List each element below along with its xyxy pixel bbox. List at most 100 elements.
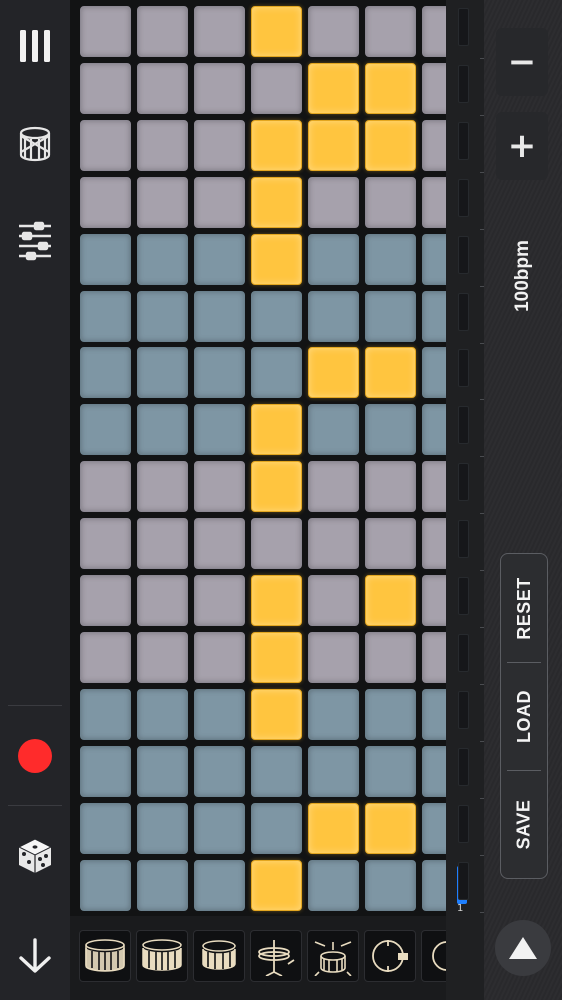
step-pad-r10-c4[interactable] [251,518,302,570]
step-pad-r13-c5[interactable] [308,688,359,740]
instrument-timpani[interactable] [364,930,416,982]
step-pad-r15-c2[interactable] [137,802,188,854]
step-pad-r8-c1[interactable] [80,404,131,456]
step-pad-r15-c1[interactable] [80,802,131,854]
step-pad-r4-c2[interactable] [137,176,188,228]
step-pad-r3-c3[interactable] [194,119,245,171]
step-pad-r5-c3[interactable] [194,233,245,285]
step-pad-r6-c4[interactable] [251,290,302,342]
step-pad-r15-c4[interactable] [251,802,302,854]
step-pad-r15-c7[interactable] [422,802,446,854]
step-pad-r13-c1[interactable] [80,688,131,740]
step-pad-r1-c4[interactable] [251,6,302,57]
instrument-drum-kit[interactable] [307,930,359,982]
step-pad-r9-c7[interactable] [422,461,446,513]
step-pad-r7-c6[interactable] [365,347,416,399]
step-pad-r9-c3[interactable] [194,461,245,513]
step-pad-r9-c6[interactable] [365,461,416,513]
step-pad-r7-c7[interactable] [422,347,446,399]
step-pad-r14-c1[interactable] [80,745,131,797]
step-pad-r4-c5[interactable] [308,176,359,228]
step-pad-r11-c5[interactable] [308,575,359,626]
step-pad-r3-c7[interactable] [422,119,446,171]
load-button[interactable]: LOAD [501,662,547,770]
step-pad-r15-c3[interactable] [194,802,245,854]
instrument-bass-drum-2[interactable] [136,930,188,982]
tempo-increase-button[interactable]: + [496,112,548,180]
step-pad-r7-c2[interactable] [137,347,188,399]
step-pad-r10-c7[interactable] [422,518,446,570]
step-pad-r7-c3[interactable] [194,347,245,399]
step-pad-r7-c1[interactable] [80,347,131,399]
step-pad-r3-c4[interactable] [251,119,302,171]
step-pad-r14-c3[interactable] [194,745,245,797]
step-pad-r9-c5[interactable] [308,461,359,513]
step-pad-r4-c1[interactable] [80,176,131,228]
play-button[interactable] [495,920,551,976]
step-pad-r4-c6[interactable] [365,176,416,228]
step-pad-r2-c2[interactable] [137,62,188,114]
step-pad-r2-c1[interactable] [80,62,131,114]
save-button[interactable]: SAVE [501,770,547,878]
tempo-decrease-button[interactable]: − [496,28,548,96]
step-pad-r16-c7[interactable] [422,859,446,911]
step-pad-r8-c2[interactable] [137,404,188,456]
step-pad-r13-c4[interactable] [251,688,302,740]
step-pad-r11-c2[interactable] [137,575,188,626]
step-pad-r4-c7[interactable] [422,176,446,228]
step-pad-r2-c5[interactable] [308,62,359,114]
step-pad-r3-c6[interactable] [365,119,416,171]
step-pad-r16-c6[interactable] [365,859,416,911]
step-pad-r12-c1[interactable] [80,631,131,683]
record-button[interactable] [0,730,70,782]
step-pad-r13-c6[interactable] [365,688,416,740]
step-pad-r5-c5[interactable] [308,233,359,285]
step-pad-r13-c3[interactable] [194,688,245,740]
step-pad-r9-c1[interactable] [80,461,131,513]
menu-button[interactable] [0,20,70,72]
step-pad-r11-c3[interactable] [194,575,245,626]
step-pad-r8-c4[interactable] [251,404,302,456]
step-pad-r14-c2[interactable] [137,745,188,797]
step-pad-r9-c2[interactable] [137,461,188,513]
reset-button[interactable]: RESET [501,554,547,662]
step-pad-r6-c5[interactable] [308,290,359,342]
instrument-snare-drum[interactable] [193,930,245,982]
step-pad-r14-c5[interactable] [308,745,359,797]
step-pad-r10-c1[interactable] [80,518,131,570]
step-pad-r13-c7[interactable] [422,688,446,740]
step-pad-r10-c6[interactable] [365,518,416,570]
step-pad-r16-c3[interactable] [194,859,245,911]
step-pad-r9-c4[interactable] [251,461,302,513]
step-pad-r5-c7[interactable] [422,233,446,285]
step-pad-r11-c4[interactable] [251,575,302,626]
step-pad-r10-c2[interactable] [137,518,188,570]
step-pad-r6-c1[interactable] [80,290,131,342]
step-pad-r12-c5[interactable] [308,631,359,683]
step-pad-r12-c2[interactable] [137,631,188,683]
step-pad-r14-c6[interactable] [365,745,416,797]
step-pad-r12-c4[interactable] [251,631,302,683]
randomize-button[interactable] [0,830,70,882]
step-pad-r3-c1[interactable] [80,119,131,171]
step-pad-r16-c4[interactable] [251,859,302,911]
step-pad-r1-c5[interactable] [308,6,359,57]
step-pad-r2-c4[interactable] [251,62,302,114]
step-pad-r7-c5[interactable] [308,347,359,399]
step-pad-r10-c5[interactable] [308,518,359,570]
step-pad-r8-c5[interactable] [308,404,359,456]
step-pad-r15-c5[interactable] [308,802,359,854]
step-pad-r4-c3[interactable] [194,176,245,228]
instrument-cymbal[interactable] [421,930,446,982]
step-pad-r6-c7[interactable] [422,290,446,342]
step-pad-r16-c2[interactable] [137,859,188,911]
step-pad-r13-c2[interactable] [137,688,188,740]
step-pad-r11-c7[interactable] [422,575,446,626]
instrument-hi-hat[interactable] [250,930,302,982]
step-pad-r6-c3[interactable] [194,290,245,342]
step-pad-r16-c5[interactable] [308,859,359,911]
step-pad-r8-c3[interactable] [194,404,245,456]
step-pad-r12-c6[interactable] [365,631,416,683]
step-pad-r12-c3[interactable] [194,631,245,683]
step-pad-r16-c1[interactable] [80,859,131,911]
